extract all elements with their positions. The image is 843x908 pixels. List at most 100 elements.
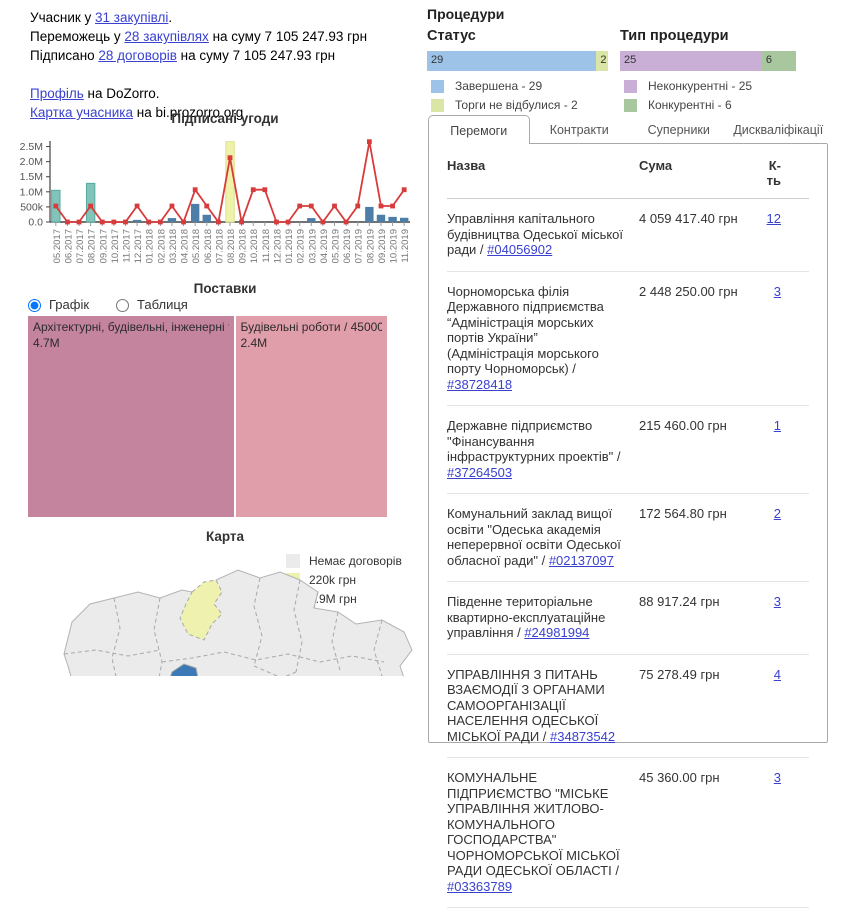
table-radio[interactable] <box>116 299 129 312</box>
count-link[interactable]: 3 <box>774 284 781 299</box>
count-line-marker[interactable] <box>321 220 326 225</box>
legend-label: Завершена - 29 <box>455 79 542 93</box>
bar[interactable] <box>400 218 408 222</box>
stacked-bar-segment[interactable]: 2 <box>596 51 608 71</box>
bar[interactable] <box>168 218 176 222</box>
bar[interactable] <box>86 183 94 222</box>
buyer-edrpou-link[interactable]: #03363789 <box>447 879 512 894</box>
count-cell: 4 <box>757 667 809 745</box>
x-tick-label: 07.2019 <box>354 229 365 263</box>
count-line-marker[interactable] <box>204 204 209 209</box>
results-card: Назва Сума К-ть Управління капітального … <box>428 143 828 743</box>
count-line-marker[interactable] <box>332 204 337 209</box>
wins-link[interactable]: 28 закупівлях <box>124 29 208 44</box>
supplies-radio-chart[interactable]: Графік <box>23 296 89 312</box>
count-line-marker[interactable] <box>77 220 82 225</box>
count-line-marker[interactable] <box>216 220 221 225</box>
signed-agreements-chart[interactable]: 0.0500k1.0M1.5M2.0M2.5M05.201706.201707.… <box>6 136 418 272</box>
count-link[interactable]: 1 <box>774 418 781 433</box>
count-line-marker[interactable] <box>262 187 267 192</box>
dozorro-profile-link[interactable]: Профіль <box>30 86 84 101</box>
buyer-edrpou-link[interactable]: #24981994 <box>524 625 589 640</box>
x-tick-label: 07.2018 <box>214 229 225 263</box>
tab-контракти[interactable]: Контракти <box>530 115 630 144</box>
count-line-marker[interactable] <box>274 220 279 225</box>
count-line-marker[interactable] <box>309 204 314 209</box>
count-line-marker[interactable] <box>286 220 291 225</box>
count-line-marker[interactable] <box>402 187 407 192</box>
bar[interactable] <box>133 220 141 222</box>
count-link[interactable]: 3 <box>774 770 781 785</box>
x-tick-label: 12.2017 <box>133 229 144 263</box>
count-cell: 2 <box>757 506 809 568</box>
count-line-marker[interactable] <box>251 187 256 192</box>
count-link[interactable]: 2 <box>774 506 781 521</box>
count-line-marker[interactable] <box>123 220 128 225</box>
buyer-edrpou-link[interactable]: #34873542 <box>550 729 615 744</box>
x-tick-label: 06.2019 <box>342 229 353 263</box>
bar[interactable] <box>388 217 396 222</box>
contracts-link[interactable]: 28 договорів <box>98 48 177 63</box>
count-line-marker[interactable] <box>344 220 349 225</box>
x-tick-label: 09.2018 <box>238 229 249 263</box>
bar[interactable] <box>226 142 234 222</box>
table-row: Комунальний заклад вищої освіти "Одеська… <box>447 494 809 582</box>
participations-link[interactable]: 31 закупівлі <box>95 10 168 25</box>
count-line-marker[interactable] <box>100 220 105 225</box>
tab-дискваліфікації[interactable]: Дискваліфікації <box>729 115 829 144</box>
bar[interactable] <box>191 204 199 222</box>
legend-label: Неконкурентні - 25 <box>648 79 752 93</box>
y-tick-label: 2.0M <box>20 156 43 168</box>
bar[interactable] <box>203 215 211 222</box>
x-tick-label: 11.2017 <box>121 229 132 263</box>
count-line-marker[interactable] <box>146 220 151 225</box>
count-link[interactable]: 4 <box>774 667 781 682</box>
treemap-cell[interactable]: Будівельні роботи / 45000000-72.4M <box>236 316 387 517</box>
buyer-edrpou-link[interactable]: #02137097 <box>549 553 614 568</box>
procedures-subtitle: Статус <box>427 28 608 44</box>
procedures-legend-item: Неконкурентні - 25 <box>624 79 796 93</box>
count-link[interactable]: 12 <box>767 211 781 226</box>
column-header-sum: Сума <box>639 158 757 188</box>
count-line-marker[interactable] <box>53 204 58 209</box>
table-row: Державне підприємство "Фінансування інфр… <box>447 406 809 494</box>
buyer-edrpou-link[interactable]: #04056902 <box>487 242 552 257</box>
tab-active-перемоги[interactable]: Перемоги <box>428 115 530 144</box>
count-line-marker[interactable] <box>111 220 116 225</box>
procedures-panel: Процедури Статус292Завершена - 29Торги н… <box>427 6 829 110</box>
tab-суперники[interactable]: Суперники <box>629 115 729 144</box>
buyer-name-text: Чорноморська філія Державного підприємст… <box>447 284 604 377</box>
bar[interactable] <box>307 218 315 222</box>
buyer-edrpou-link[interactable]: #37264503 <box>447 465 512 480</box>
count-line-marker[interactable] <box>239 220 244 225</box>
count-line-marker[interactable] <box>193 187 198 192</box>
supplies-radio-table[interactable]: Таблиця <box>111 296 188 312</box>
count-line-marker[interactable] <box>355 204 360 209</box>
summary-line-contracts: Підписано 28 договорів на суму 7 105 247… <box>30 46 367 65</box>
count-line-marker[interactable] <box>228 155 233 160</box>
sum-value: 2 448 250.00 грн <box>639 284 757 393</box>
buyer-edrpou-link[interactable]: #38728418 <box>447 377 512 392</box>
bar[interactable] <box>365 207 373 222</box>
buyer-name: Комунальний заклад вищої освіти "Одеська… <box>447 506 639 568</box>
count-line-marker[interactable] <box>297 204 302 209</box>
buyer-name-text: КОМУНАЛЬНЕ ПІДПРИЄМСТВО "МІСЬКЕ УПРАВЛІН… <box>447 770 620 878</box>
count-line-marker[interactable] <box>65 220 70 225</box>
count-line-marker[interactable] <box>379 204 384 209</box>
count-link[interactable]: 3 <box>774 594 781 609</box>
ukraine-map[interactable] <box>56 558 422 676</box>
count-line-marker[interactable] <box>170 204 175 209</box>
x-tick-label: 03.2019 <box>307 229 318 263</box>
count-line-marker[interactable] <box>88 204 93 209</box>
count-line-marker[interactable] <box>135 204 140 209</box>
count-line-marker[interactable] <box>390 204 395 209</box>
stacked-bar-segment[interactable]: 6 <box>762 51 796 71</box>
count-line-marker[interactable] <box>367 139 372 144</box>
treemap-cell[interactable]: Архітектурні, будівельні, інженерні та і… <box>28 316 236 517</box>
count-line-marker[interactable] <box>181 220 186 225</box>
count-line-marker[interactable] <box>158 220 163 225</box>
bar[interactable] <box>377 215 385 222</box>
stacked-bar-segment[interactable]: 25 <box>620 51 762 71</box>
chart-radio[interactable] <box>28 299 41 312</box>
stacked-bar-segment[interactable]: 29 <box>427 51 596 71</box>
